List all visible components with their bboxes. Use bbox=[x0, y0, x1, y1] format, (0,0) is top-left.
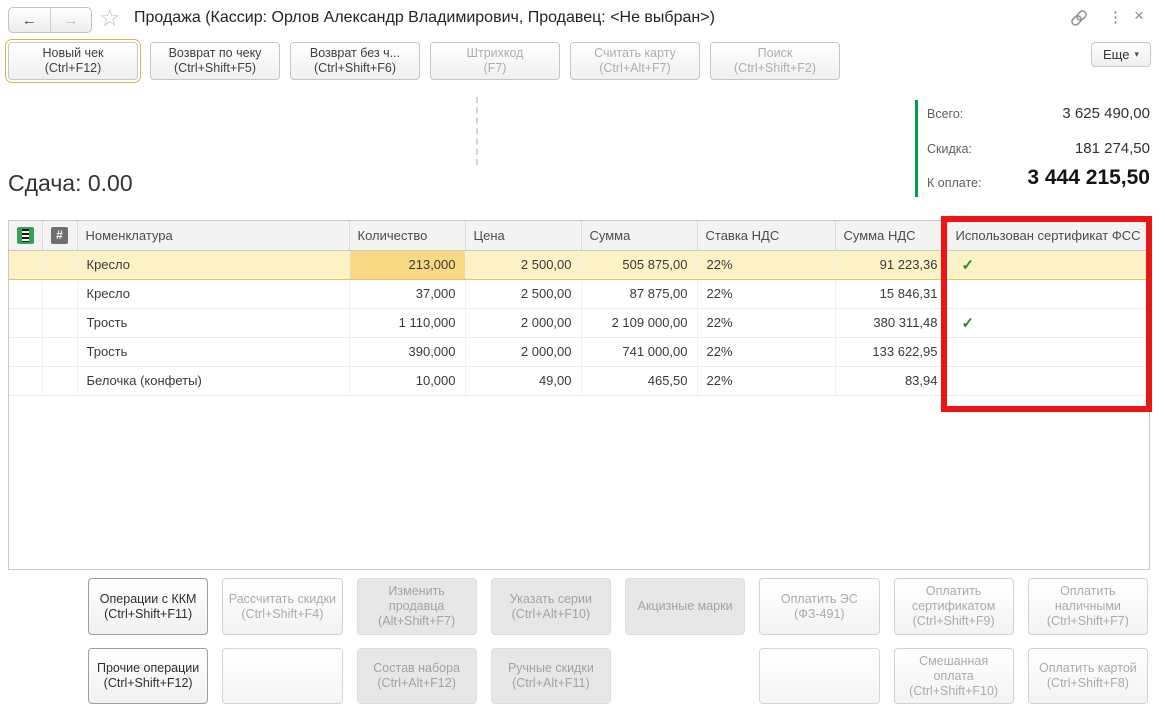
read-card-button[interactable]: Считать карту (Ctrl+Alt+F7) bbox=[570, 42, 700, 80]
discount-value: 181 274,50 bbox=[1074, 140, 1150, 157]
chevron-down-icon: ▾ bbox=[1134, 49, 1139, 59]
barcode-button[interactable]: Штрихкод (F7) bbox=[430, 42, 560, 80]
cell-vat-rate[interactable]: 22% bbox=[697, 366, 836, 396]
return-without-check-button[interactable]: Возврат без ч... (Ctrl+Shift+F6) bbox=[290, 42, 420, 80]
pos-sale-window: ← → ☆ Продажа (Кассир: Орлов Александр В… bbox=[0, 0, 1165, 715]
actions-row-2: Прочие операции (Ctrl+Shift+F12) Состав н… bbox=[88, 648, 1148, 704]
summary-accent-bar bbox=[915, 100, 918, 197]
table-row[interactable]: Кресло 37,000 2 500,00 87 875,00 22% 15 … bbox=[9, 279, 1149, 309]
total-label: Всего: bbox=[927, 107, 964, 121]
search-button[interactable]: Поиск (Ctrl+Shift+F2) bbox=[710, 42, 840, 80]
table-row[interactable]: Трость 390,000 2 000,00 741 000,00 22% 1… bbox=[9, 337, 1149, 367]
total-value: 3 625 490,00 bbox=[1062, 105, 1150, 122]
set-contents-button[interactable]: Состав набора (Ctrl+Alt+F12) bbox=[356, 648, 477, 704]
column-header-sum[interactable]: Сумма bbox=[581, 221, 698, 251]
cell-sum[interactable]: 2 109 000,00 bbox=[581, 308, 698, 338]
empty-button[interactable] bbox=[222, 648, 343, 704]
cell-quantity[interactable]: 1 110,000 bbox=[349, 308, 466, 338]
cell-nomenclature[interactable]: Кресло bbox=[77, 250, 350, 280]
discount-label: Скидка: bbox=[927, 142, 972, 156]
excise-stamps-button[interactable]: Акцизные марки bbox=[625, 578, 746, 635]
cell-vat-rate[interactable]: 22% bbox=[697, 279, 836, 309]
cell-nomenclature[interactable]: Трость bbox=[77, 308, 350, 338]
cell-fss-checkmark-icon[interactable]: ✓ bbox=[947, 250, 1149, 280]
cell-sum[interactable]: 741 000,00 bbox=[581, 337, 698, 367]
specify-series-button[interactable]: Указать серии (Ctrl+Alt+F10) bbox=[490, 578, 611, 635]
link-icon[interactable] bbox=[1069, 8, 1089, 33]
marking-icon bbox=[16, 226, 34, 244]
cell-nomenclature[interactable]: Кресло bbox=[77, 279, 350, 309]
close-icon[interactable]: × bbox=[1134, 6, 1144, 26]
form-splitter bbox=[476, 97, 478, 165]
manual-discounts-button[interactable]: Ручные скидки (Ctrl+Alt+F11) bbox=[490, 648, 611, 704]
new-check-button[interactable]: Новый чек (Ctrl+F12) bbox=[5, 39, 141, 83]
pay-es-button[interactable]: Оплатить ЭС (ФЗ-491) bbox=[759, 578, 880, 635]
page-title: Продажа (Кассир: Орлов Александр Владими… bbox=[134, 9, 715, 26]
cell-price[interactable]: 2 000,00 bbox=[465, 337, 582, 367]
column-header-vat-sum[interactable]: Сумма НДС bbox=[835, 221, 948, 251]
back-arrow-icon[interactable]: ← bbox=[9, 8, 51, 32]
cell-vat-sum[interactable]: 91 223,36 bbox=[835, 250, 948, 280]
forward-arrow-icon[interactable]: → bbox=[51, 8, 92, 32]
mixed-payment-button[interactable]: Смешанная оплата (Ctrl+Shift+F10) bbox=[893, 648, 1014, 704]
favorite-star-icon[interactable]: ☆ bbox=[99, 4, 121, 33]
due-label: К оплате: bbox=[927, 176, 982, 190]
cell-fss-checkmark-icon[interactable] bbox=[947, 337, 1149, 367]
hash-icon: # bbox=[51, 226, 68, 244]
cell-fss-checkmark-icon[interactable] bbox=[947, 366, 1149, 396]
items-table: # Номенклатура Количество Цена Сумма Ста… bbox=[9, 221, 1149, 396]
table-row[interactable]: Белочка (конфеты) 10,000 49,00 465,50 22… bbox=[9, 366, 1149, 396]
pay-card-button[interactable]: Оплатить картой (Ctrl+Shift+F8) bbox=[1027, 648, 1148, 704]
cell-vat-sum[interactable]: 133 622,95 bbox=[835, 337, 948, 367]
cell-price[interactable]: 2 500,00 bbox=[465, 250, 582, 280]
empty-button[interactable] bbox=[759, 648, 880, 704]
change-amount: Сдача: 0.00 bbox=[8, 170, 133, 196]
column-header-price[interactable]: Цена bbox=[465, 221, 582, 251]
cell-fss-checkmark-icon[interactable]: ✓ bbox=[947, 308, 1149, 338]
change-seller-button[interactable]: Изменить продавца (Alt+Shift+F7) bbox=[356, 578, 477, 635]
cell-quantity[interactable]: 213,000 bbox=[349, 250, 466, 280]
cell-fss-checkmark-icon[interactable] bbox=[947, 279, 1149, 309]
more-menu-icon[interactable]: ⋮ bbox=[1108, 8, 1123, 26]
calculate-discounts-button[interactable]: Рассчитать скидки (Ctrl+Shift+F4) bbox=[222, 578, 343, 635]
cell-nomenclature[interactable]: Белочка (конфеты) bbox=[77, 366, 350, 396]
pay-certificate-button[interactable]: Оплатить сертификатом (Ctrl+Shift+F9) bbox=[893, 578, 1014, 635]
other-operations-button[interactable]: Прочие операции (Ctrl+Shift+F12) bbox=[88, 648, 209, 704]
table-row[interactable]: Кресло 213,000 2 500,00 505 875,00 22% 9… bbox=[9, 250, 1149, 280]
column-header-quantity[interactable]: Количество bbox=[349, 221, 466, 251]
column-header-marking[interactable] bbox=[9, 221, 43, 251]
items-table-container: # Номенклатура Количество Цена Сумма Ста… bbox=[8, 220, 1150, 570]
more-button[interactable]: Еще ▾ bbox=[1091, 42, 1151, 67]
table-header-row: # Номенклатура Количество Цена Сумма Ста… bbox=[9, 221, 1149, 251]
cell-vat-sum[interactable]: 15 846,31 bbox=[835, 279, 948, 309]
column-header-vat-rate[interactable]: Ставка НДС bbox=[697, 221, 836, 251]
cell-price[interactable]: 2 000,00 bbox=[465, 308, 582, 338]
table-row[interactable]: Трость 1 110,000 2 000,00 2 109 000,00 2… bbox=[9, 308, 1149, 338]
cell-vat-rate[interactable]: 22% bbox=[697, 337, 836, 367]
cell-quantity[interactable]: 10,000 bbox=[349, 366, 466, 396]
cell-quantity[interactable]: 37,000 bbox=[349, 279, 466, 309]
cell-quantity[interactable]: 390,000 bbox=[349, 337, 466, 367]
cell-price[interactable]: 49,00 bbox=[465, 366, 582, 396]
cell-vat-sum[interactable]: 380 311,48 bbox=[835, 308, 948, 338]
due-value: 3 444 215,50 bbox=[1027, 166, 1150, 189]
kkm-operations-button[interactable]: Операции с ККМ (Ctrl+Shift+F11) bbox=[88, 578, 209, 635]
pay-cash-button[interactable]: Оплатить наличными (Ctrl+Shift+F7) bbox=[1027, 578, 1148, 635]
actions-row-1: Операции с ККМ (Ctrl+Shift+F11) Рассчитат… bbox=[88, 578, 1148, 635]
cell-vat-rate[interactable]: 22% bbox=[697, 308, 836, 338]
column-header-fss-certificate[interactable]: Использован сертификат ФСС bbox=[947, 221, 1149, 251]
cell-vat-rate[interactable]: 22% bbox=[697, 250, 836, 280]
column-header-nomenclature[interactable]: Номенклатура bbox=[77, 221, 350, 251]
cell-vat-sum[interactable]: 83,94 bbox=[835, 366, 948, 396]
cell-nomenclature[interactable]: Трость bbox=[77, 337, 350, 367]
cell-sum[interactable]: 87 875,00 bbox=[581, 279, 698, 309]
column-header-line-number[interactable]: # bbox=[42, 221, 78, 251]
cell-sum[interactable]: 505 875,00 bbox=[581, 250, 698, 280]
cell-price[interactable]: 2 500,00 bbox=[465, 279, 582, 309]
history-nav-group: ← → bbox=[8, 7, 92, 33]
return-by-check-button[interactable]: Возврат по чеку (Ctrl+Shift+F5) bbox=[150, 42, 280, 80]
cell-sum[interactable]: 465,50 bbox=[581, 366, 698, 396]
